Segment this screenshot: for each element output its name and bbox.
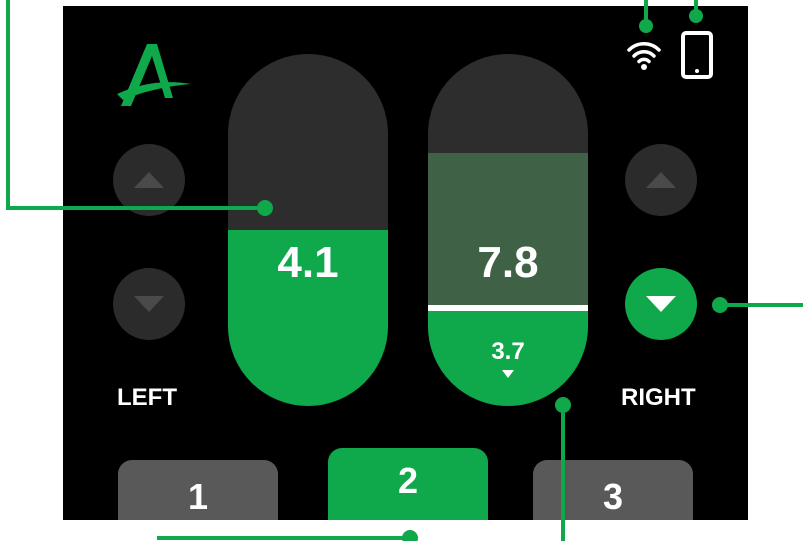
left-down-button[interactable] [113,268,185,340]
device-screen: 4.1 7.8 3.7 LEFT RIGHT 1 2 3 [63,6,748,520]
left-level-value: 4.1 [277,238,339,287]
triangle-down-icon [134,296,164,312]
right-current-value: 3.7 [491,338,525,365]
right-level-divider [428,305,588,311]
wifi-icon [627,42,661,70]
right-level-pill[interactable]: 7.8 3.7 [428,54,588,406]
phone-icon [681,31,713,79]
triangle-down-icon [646,296,676,312]
left-label: LEFT [117,384,177,411]
right-label: RIGHT [621,384,696,411]
brand-logo [117,44,191,106]
caret-down-icon [502,370,514,378]
preset-button-2[interactable]: 2 [328,448,488,520]
left-up-button[interactable] [113,144,185,216]
triangle-up-icon [134,172,164,188]
preset-button-1[interactable]: 1 [118,460,278,520]
preset-button-3[interactable]: 3 [533,460,693,520]
right-down-button[interactable] [625,268,697,340]
right-up-button[interactable] [625,144,697,216]
left-level-pill[interactable]: 4.1 [228,54,388,406]
triangle-up-icon [646,172,676,188]
right-target-value: 7.8 [477,238,539,287]
callout-dot-presets [402,530,418,541]
